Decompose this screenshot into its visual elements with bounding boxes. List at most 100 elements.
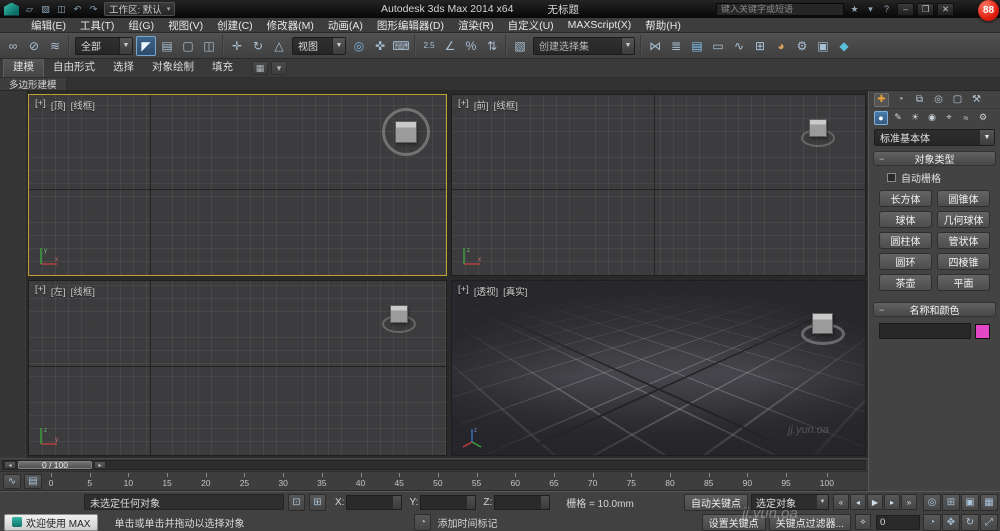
zoom-icon[interactable]: ◎ — [923, 493, 941, 511]
menu-item[interactable]: 修改器(M) — [260, 18, 321, 33]
new-scene-icon[interactable]: ▱ — [23, 3, 36, 16]
edit-named-selection-sets-icon[interactable]: ▧ — [510, 36, 530, 56]
hierarchy-panel-tab-icon[interactable]: ⧉ — [912, 93, 927, 107]
z-coordinate-input[interactable] — [494, 494, 551, 510]
viewport-shading-menu[interactable]: [真实] — [503, 284, 527, 298]
ribbon-display-icon[interactable]: ▦ — [252, 61, 268, 75]
object-type-button[interactable]: 长方体 — [879, 190, 932, 207]
unlink-selection-icon[interactable]: ⊘ — [24, 36, 44, 56]
motion-panel-tab-icon[interactable]: ◎ — [931, 93, 946, 107]
go-to-end-icon[interactable]: » — [901, 494, 917, 510]
workspace-dropdown[interactable]: 工作区: 默认 ▾ — [104, 2, 176, 16]
previous-frame-icon[interactable]: ◂ — [850, 494, 866, 510]
modify-panel-tab-icon[interactable]: ◔ — [893, 93, 908, 107]
object-type-button[interactable]: 四棱锥 — [937, 253, 990, 270]
ribbon-tab[interactable]: 选择 — [104, 57, 143, 77]
redo-icon[interactable]: ↷ — [87, 3, 100, 16]
selected-objects-dropdown[interactable]: 选定对象 ▼ — [751, 494, 829, 510]
object-type-button[interactable]: 球体 — [879, 211, 932, 228]
select-and-manipulate-icon[interactable]: ✜ — [370, 36, 390, 56]
reference-coordinate-dropdown[interactable]: 视图 ▼ — [292, 36, 346, 55]
bind-to-space-warp-icon[interactable]: ≋ — [45, 36, 65, 56]
viewport-general-menu[interactable]: [+] — [35, 98, 46, 112]
menu-item[interactable]: 创建(C) — [210, 18, 260, 33]
use-pivot-point-center-icon[interactable]: ◎ — [349, 36, 369, 56]
viewcube[interactable] — [382, 108, 430, 156]
chevron-down-icon[interactable]: ▾ — [271, 61, 287, 75]
viewport-pov-menu[interactable]: [透视] — [474, 284, 498, 298]
keyboard-shortcut-override-icon[interactable]: ⌨ — [391, 36, 411, 56]
menu-item[interactable]: 组(G) — [121, 18, 161, 33]
ribbon-tab[interactable]: 对象绘制 — [143, 57, 203, 77]
viewport-shading-menu[interactable]: [线框] — [494, 98, 518, 112]
next-frame-icon[interactable]: ▸ — [884, 494, 900, 510]
viewport-top[interactable]: [+] [顶] [线框] x y — [28, 94, 447, 276]
selection-lock-icon[interactable]: ⊡ — [288, 493, 305, 511]
time-tag-icon[interactable]: ◔ — [414, 513, 432, 531]
pan-view-icon[interactable]: ✥ — [942, 513, 960, 531]
key-filters-button[interactable]: 关键点过滤器... — [768, 513, 851, 531]
next-frame-arrow[interactable]: ▸ — [94, 461, 106, 469]
open-scene-icon[interactable]: ▨ — [39, 3, 52, 16]
viewport-general-menu[interactable]: [+] — [458, 284, 469, 298]
favorites-icon[interactable]: ▾ — [864, 3, 877, 16]
autogrid-checkbox[interactable] — [887, 173, 896, 182]
render-production-icon[interactable]: ◆ — [834, 36, 854, 56]
minimize-button[interactable]: – — [897, 2, 914, 16]
viewport-shading-menu[interactable]: [线框] — [71, 98, 95, 112]
shapes-category-icon[interactable]: ✎ — [891, 111, 905, 125]
subcategory-dropdown[interactable]: 标准基本体 ▼ — [874, 129, 995, 146]
time-slider-track[interactable]: ◂ 0 / 100 ▸ — [2, 460, 866, 470]
previous-frame-arrow[interactable]: ◂ — [4, 461, 16, 469]
select-and-link-icon[interactable]: ∞ — [3, 36, 23, 56]
schematic-view-icon[interactable]: ⊞ — [750, 36, 770, 56]
close-button[interactable]: ✕ — [937, 2, 954, 16]
zoom-all-icon[interactable]: ⊞ — [942, 493, 960, 511]
cameras-category-icon[interactable]: ◉ — [925, 111, 939, 125]
absolute-offset-toggle-icon[interactable]: ⊞ — [309, 493, 326, 511]
field-of-view-icon[interactable]: ◔ — [923, 513, 941, 531]
restore-button[interactable]: ❐ — [917, 2, 934, 16]
ribbon-tab[interactable]: 填充 — [203, 57, 242, 77]
viewport-front[interactable]: [+] [前] [线框] x z — [451, 94, 866, 276]
object-type-button[interactable]: 茶壶 — [879, 274, 932, 291]
object-color-swatch[interactable] — [975, 323, 990, 339]
viewport-pov-menu[interactable]: [前] — [474, 98, 489, 112]
y-coordinate-input[interactable] — [420, 494, 477, 510]
undo-icon[interactable]: ↶ — [71, 3, 84, 16]
viewport-shading-menu[interactable]: [线框] — [71, 284, 95, 298]
lights-category-icon[interactable]: ☀ — [908, 111, 922, 125]
display-panel-tab-icon[interactable]: ▢ — [950, 93, 965, 107]
communication-center-icon[interactable]: ★ — [848, 3, 861, 16]
object-type-button[interactable]: 圆锥体 — [937, 190, 990, 207]
menu-item[interactable]: 视图(V) — [161, 18, 210, 33]
welcome-screen-button[interactable]: 欢迎使用 MAX — [4, 513, 99, 531]
key-mode-toggle-icon[interactable]: ⟡ — [855, 514, 871, 530]
utilities-panel-tab-icon[interactable]: ⚒ — [969, 93, 984, 107]
object-type-button[interactable]: 圆环 — [879, 253, 932, 270]
name-color-rollout-header[interactable]: − 名称和颜色 — [873, 302, 996, 317]
window-crossing-icon[interactable]: ◫ — [199, 36, 219, 56]
time-slider-handle[interactable]: 0 / 100 — [18, 460, 92, 470]
viewport-left[interactable]: [+] [左] [线框] y z — [28, 280, 447, 456]
viewport-pov-menu[interactable]: [左] — [51, 284, 66, 298]
object-type-button[interactable]: 管状体 — [937, 232, 990, 249]
curve-editor-icon[interactable]: ∿ — [729, 36, 749, 56]
percent-snap-icon[interactable]: % — [461, 36, 481, 56]
object-name-input[interactable] — [879, 323, 971, 339]
maximize-viewport-toggle-icon[interactable]: ⤢ — [980, 513, 998, 531]
geometry-category-icon[interactable]: ● — [874, 110, 888, 125]
app-logo-icon[interactable] — [4, 2, 19, 16]
save-scene-icon[interactable]: ◫ — [55, 3, 68, 16]
ribbon-tab[interactable]: 建模 — [3, 56, 44, 77]
menu-item[interactable]: 动画(A) — [321, 18, 370, 33]
material-editor-icon[interactable]: ◕ — [771, 36, 791, 56]
layer-manager-icon[interactable]: ▤ — [687, 36, 707, 56]
object-type-rollout-header[interactable]: − 对象类型 — [873, 151, 996, 166]
mirror-icon[interactable]: ⋈ — [645, 36, 665, 56]
viewport-pov-menu[interactable]: [顶] — [51, 98, 66, 112]
ribbon-panel-tab[interactable]: 多边形建模 — [0, 78, 67, 91]
systems-category-icon[interactable]: ⚙ — [976, 111, 990, 125]
menu-item[interactable]: 图形编辑器(D) — [370, 18, 451, 33]
selection-range-icon[interactable]: ▤ — [24, 474, 42, 489]
